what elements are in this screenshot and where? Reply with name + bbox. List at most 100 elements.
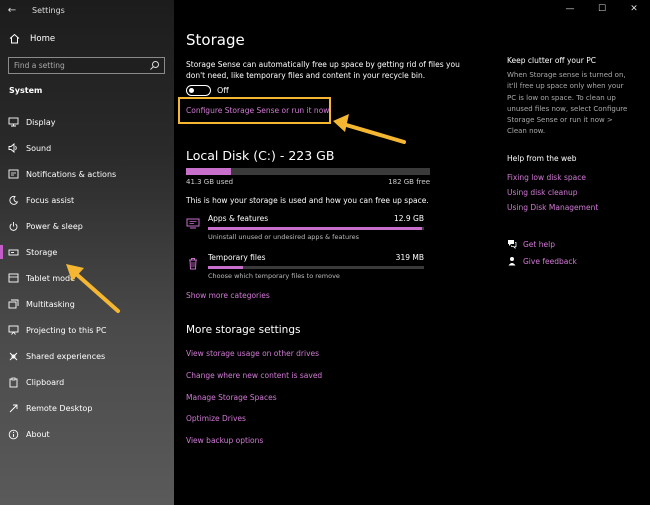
get-help-label: Get help	[523, 239, 555, 249]
give-feedback-link[interactable]: Give feedback	[507, 256, 577, 266]
storage-howto-text: This is how your storage is used and how…	[186, 196, 429, 205]
category-size: 12.9 GB	[393, 214, 424, 223]
sidebar-item-display[interactable]: Display	[0, 112, 174, 132]
sidebar-item-multitasking[interactable]: Multitasking	[0, 294, 174, 314]
app-title: Settings	[32, 5, 65, 15]
about-icon	[8, 429, 18, 439]
give-feedback-icon	[508, 257, 516, 266]
category-bar	[208, 227, 424, 230]
sidebar-item-label: Storage	[26, 247, 58, 257]
notifications-icon	[8, 169, 18, 179]
category-temporary-files[interactable]: Temporary files 319 MB Choose which temp…	[186, 253, 430, 285]
window-controls: — ☐ ✕	[554, 0, 650, 20]
category-desc: Uninstall unused or undesired apps & fea…	[208, 233, 360, 241]
section-heading-system: System	[9, 86, 43, 95]
sidebar-item-notifications[interactable]: Notifications & actions	[0, 164, 174, 184]
category-size: 319 MB	[395, 253, 424, 262]
help-link-disk-management[interactable]: Using Disk Management	[507, 203, 598, 212]
remote-desktop-icon	[9, 404, 17, 412]
search-box[interactable]: Find a setting	[8, 57, 165, 74]
clutter-heading: Keep clutter off your PC	[507, 56, 596, 65]
sidebar-item-projecting[interactable]: Projecting to this PC	[0, 320, 174, 340]
toggle-knob	[189, 88, 194, 93]
clipboard-icon	[9, 377, 17, 387]
sidebar-item-label: Sound	[26, 143, 52, 153]
focus-assist-icon	[8, 195, 18, 205]
disk-usage-fill	[186, 168, 232, 175]
power-icon	[9, 221, 17, 231]
clutter-text: When Storage sense is turned on, it'll f…	[507, 71, 628, 136]
category-bar-fill	[208, 227, 422, 230]
display-icon	[8, 117, 18, 127]
show-more-categories-link[interactable]: Show more categories	[186, 291, 270, 300]
close-button[interactable]: ✕	[618, 0, 650, 20]
get-help-icon	[508, 240, 517, 249]
tablet-mode-icon	[8, 273, 18, 283]
sidebar-item-sound[interactable]: Sound	[0, 138, 174, 158]
sidebar-item-label: Tablet mode	[26, 273, 76, 283]
projecting-icon	[8, 325, 18, 335]
sound-icon	[8, 143, 17, 153]
disk-usage-bar	[186, 168, 430, 175]
storage-sense-toggle[interactable]	[186, 85, 211, 96]
category-desc: Choose which temporary files to remove	[208, 272, 340, 280]
give-feedback-label: Give feedback	[523, 256, 577, 266]
category-bar	[208, 266, 424, 269]
sidebar-item-label: Power & sleep	[26, 221, 83, 231]
disk-title: Local Disk (C:) - 223 GB	[186, 148, 335, 163]
change-save-location-link[interactable]: Change where new content is saved	[186, 371, 322, 380]
maximize-button[interactable]: ☐	[586, 0, 618, 20]
home-icon	[9, 33, 20, 44]
multitasking-icon	[8, 299, 18, 309]
sidebar-item-clipboard[interactable]: Clipboard	[0, 372, 174, 392]
sidebar-item-remote-desktop[interactable]: Remote Desktop	[0, 398, 174, 418]
main-content: — ☐ ✕ Storage Storage Sense can automati…	[174, 0, 650, 505]
minimize-button[interactable]: —	[554, 0, 586, 20]
sidebar-item-label: About	[26, 429, 50, 439]
category-name: Apps & features	[208, 214, 269, 223]
category-bar-fill	[208, 266, 243, 269]
search-input[interactable]: Find a setting	[14, 61, 65, 70]
sidebar-item-label: Multitasking	[26, 299, 75, 309]
apps-features-icon	[186, 218, 200, 229]
sidebar-item-shared-experiences[interactable]: Shared experiences	[0, 346, 174, 366]
sidebar-item-tablet-mode[interactable]: Tablet mode	[0, 268, 174, 288]
sidebar-item-focus-assist[interactable]: Focus assist	[0, 190, 174, 210]
sidebar-item-label: Focus assist	[26, 195, 75, 205]
home-link[interactable]: Home	[9, 33, 55, 44]
sidebar-item-label: Display	[26, 117, 56, 127]
view-backup-options-link[interactable]: View backup options	[186, 436, 263, 445]
more-storage-settings-heading: More storage settings	[186, 324, 301, 336]
sidebar: ← Settings Home Find a setting System Di…	[0, 0, 174, 505]
disk-used-label: 41.3 GB used	[186, 178, 234, 186]
help-link-fixing-low-disk[interactable]: Fixing low disk space	[507, 173, 586, 182]
sidebar-item-label: Projecting to this PC	[26, 325, 107, 335]
category-name: Temporary files	[208, 253, 266, 262]
sidebar-item-label: Shared experiences	[26, 351, 106, 361]
shared-experiences-icon	[9, 352, 17, 360]
toggle-state-label: Off	[217, 86, 229, 95]
help-link-disk-cleanup[interactable]: Using disk cleanup	[507, 188, 578, 197]
home-label: Home	[30, 33, 56, 44]
sidebar-item-power[interactable]: Power & sleep	[0, 216, 174, 236]
titlebar: ← Settings	[0, 0, 174, 20]
category-apps-features[interactable]: Apps & features 12.9 GB Uninstall unused…	[186, 214, 430, 246]
configure-storage-sense-link[interactable]: Configure Storage Sense or run it now	[186, 106, 329, 115]
sidebar-item-label: Clipboard	[26, 377, 65, 387]
sidebar-item-label: Remote Desktop	[26, 403, 93, 413]
view-storage-other-drives-link[interactable]: View storage usage on other drives	[186, 349, 319, 358]
trash-icon	[189, 258, 197, 270]
storage-icon	[8, 249, 18, 256]
back-arrow-icon[interactable]: ←	[0, 5, 24, 16]
storage-sense-description: Storage Sense can automatically free up …	[186, 60, 460, 80]
disk-free-label: 182 GB free	[388, 178, 430, 186]
help-heading: Help from the web	[507, 154, 577, 163]
sidebar-item-about[interactable]: About	[0, 424, 174, 444]
manage-storage-spaces-link[interactable]: Manage Storage Spaces	[186, 393, 277, 402]
sidebar-item-label: Notifications & actions	[26, 169, 117, 179]
optimize-drives-link[interactable]: Optimize Drives	[186, 414, 246, 423]
sidebar-item-storage[interactable]: Storage	[0, 242, 174, 262]
get-help-link[interactable]: Get help	[507, 239, 555, 249]
search-icon[interactable]	[149, 60, 160, 71]
page-title: Storage	[186, 31, 245, 49]
